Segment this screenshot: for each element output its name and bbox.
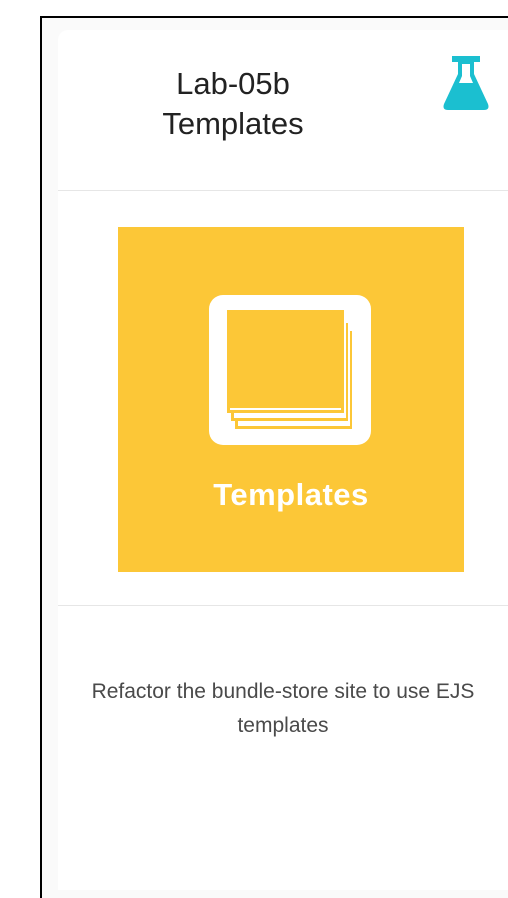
card-description: Refactor the bundle-store site to use EJ… (91, 680, 475, 737)
tile-label: Templates (213, 477, 369, 512)
flask-icon (443, 56, 489, 110)
card-title-line1: Lab-05b (176, 66, 290, 101)
templates-icon (209, 295, 371, 445)
card-title: Lab-05b Templates (88, 64, 378, 144)
card-header: Lab-05b Templates (58, 30, 508, 191)
card-image-section: Templates (58, 191, 508, 606)
card-title-line2: Templates (162, 106, 304, 141)
lab-card[interactable]: Lab-05b Templates Templates Refactor the… (58, 30, 508, 890)
templates-tile: Templates (118, 227, 464, 572)
